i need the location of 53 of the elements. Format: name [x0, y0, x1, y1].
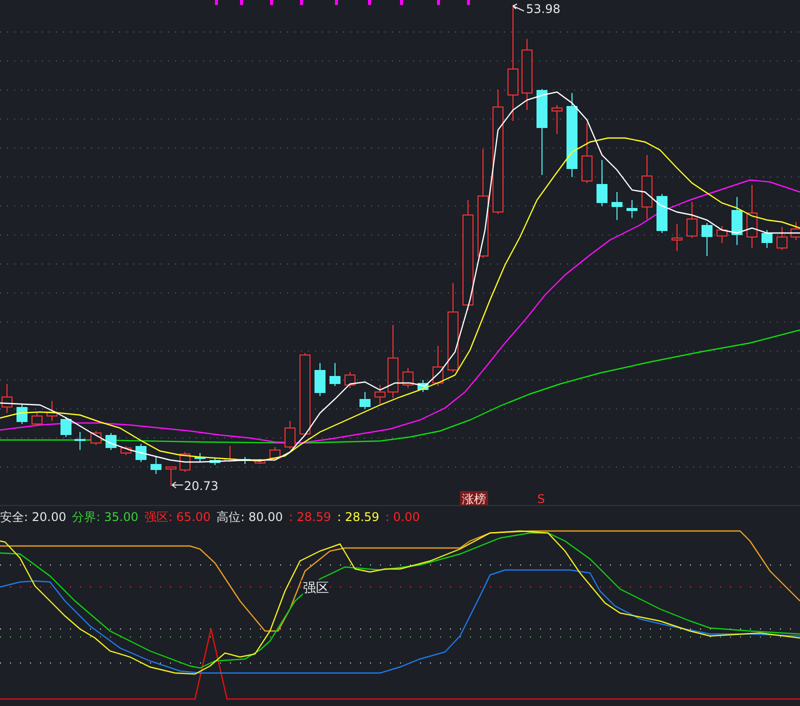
candlestick — [32, 412, 42, 426]
candlestick — [136, 444, 146, 462]
candlestick — [418, 380, 428, 392]
candlestick — [522, 38, 532, 110]
candlestick — [46, 400, 58, 422]
arrow-icon — [172, 482, 184, 488]
indicator-value: : 0.00 — [385, 510, 420, 524]
candlestick — [656, 194, 668, 234]
candlestick — [776, 226, 788, 250]
candlestick — [166, 466, 176, 486]
candlestick — [612, 192, 622, 220]
candlestick — [194, 452, 206, 462]
candlestick — [344, 372, 356, 388]
candlestick — [360, 392, 370, 410]
indicator-value: : 28.59 — [337, 510, 380, 524]
candlestick — [596, 160, 608, 206]
candlestick — [746, 184, 758, 248]
candlestick — [642, 154, 652, 220]
candlestick — [374, 384, 386, 404]
candlestick — [686, 202, 698, 238]
candlestick — [210, 458, 220, 466]
candlestick — [106, 432, 116, 450]
candlestick — [672, 224, 682, 252]
candlestick — [626, 200, 638, 218]
candlestick — [270, 446, 280, 460]
indicator-value: : 28.59 — [288, 510, 332, 524]
high-price-label: 53.98 — [526, 2, 560, 16]
indicator-value: 高位: 80.00 — [216, 508, 283, 526]
candlestick — [16, 404, 28, 424]
candlestick — [224, 446, 236, 462]
candlestick — [402, 368, 414, 388]
candlestick — [60, 416, 72, 438]
indicator-value: 分界: 35.00 — [72, 508, 138, 526]
candlestick — [552, 104, 562, 134]
candlestick — [702, 222, 712, 256]
candlestick — [582, 122, 592, 184]
signal-mark: S — [537, 492, 545, 505]
signal-tag: 涨榜 — [460, 491, 488, 505]
candlestick — [732, 196, 742, 246]
candlestick — [74, 432, 86, 450]
leader-line — [512, 4, 524, 12]
low-price-label: 20.73 — [184, 479, 218, 493]
indicator-value: 强区: 65.00 — [144, 508, 211, 526]
candlestick — [762, 230, 772, 248]
candlestick — [150, 456, 162, 474]
candlestick — [716, 226, 728, 244]
candlestick — [284, 420, 296, 450]
candlestick — [254, 458, 266, 464]
candlestick — [330, 362, 340, 386]
candlestick — [432, 346, 444, 386]
indicator-value: 安全: 20.00 — [0, 508, 66, 526]
candlestick — [120, 446, 132, 456]
candlestick — [314, 362, 326, 396]
